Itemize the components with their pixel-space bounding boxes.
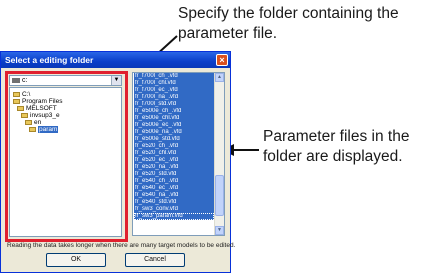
- folder-icon: [13, 98, 20, 104]
- folder-open-icon: [29, 126, 36, 132]
- file-list-item[interactable]: fr_f700l_ch_.vfd: [134, 73, 214, 80]
- chevron-down-icon[interactable]: ▼: [111, 76, 121, 85]
- file-list-item[interactable]: fr_e500e_chl.vfd: [134, 115, 214, 122]
- tree-item-en[interactable]: en: [25, 119, 41, 126]
- drive-select[interactable]: c: ▼: [9, 75, 122, 86]
- file-list-item[interactable]: fr_e520_na_.vfd: [134, 164, 214, 171]
- tree-item-melsoft[interactable]: MELSOFT: [17, 105, 57, 112]
- parameter-file-list[interactable]: fr_f700l_ch_.vfd fr_f700l_chl.vfd fr_f700l…: [132, 72, 225, 236]
- loading-note: Reading the data takes longer when there…: [7, 242, 236, 249]
- files-callout: Parameter files in the folder are displa…: [263, 128, 410, 165]
- dialog-title: Select a editing folder: [5, 55, 94, 65]
- file-list-item[interactable]: fr_e500e_ch_.vfd: [134, 108, 214, 115]
- drive-icon: [12, 77, 20, 83]
- file-list-item[interactable]: fr_e500e_ec_.vfd: [134, 122, 214, 129]
- file-list-item[interactable]: fr_sw3_conv.vfd: [134, 206, 214, 213]
- tree-item-root[interactable]: C:\: [13, 91, 30, 98]
- tree-item-invsup3[interactable]: invsup3_e: [21, 112, 60, 119]
- folder-icon: [25, 119, 32, 125]
- file-list-item[interactable]: fr_sw3_param.vfd: [134, 213, 214, 220]
- folder-icon: [13, 91, 20, 97]
- tree-item-param[interactable]: param: [29, 126, 59, 133]
- file-list-item[interactable]: fr_e500e_std.vfd: [134, 136, 214, 143]
- file-list-item[interactable]: fr_e520_chl.vfd: [134, 150, 214, 157]
- ok-button[interactable]: OK: [46, 253, 106, 267]
- file-list-item[interactable]: fr_e520_ec_.vfd: [134, 157, 214, 164]
- file-list-item[interactable]: fr_e540_ec_.vfd: [134, 185, 214, 192]
- file-list-item[interactable]: fr_f700l_ec_.vfd: [134, 87, 214, 94]
- folder-tree[interactable]: C:\ Program Files MELSOFT invsup3_e en p…: [9, 87, 122, 237]
- dialog-titlebar: Select a editing folder ×: [1, 52, 230, 68]
- folder-icon: [17, 105, 24, 111]
- scroll-down-icon[interactable]: ▼: [215, 226, 224, 235]
- file-list-item[interactable]: fr_e500e_na_.vfd: [134, 129, 214, 136]
- scroll-up-icon[interactable]: ▲: [215, 73, 224, 82]
- file-list-item[interactable]: fr_f700l_na_.vfd: [134, 94, 214, 101]
- folder-icon: [21, 112, 28, 118]
- tree-item-program-files[interactable]: Program Files: [13, 98, 62, 105]
- file-list-item[interactable]: fr_f700l_chl.vfd: [134, 80, 214, 87]
- scroll-thumb[interactable]: [215, 175, 224, 216]
- file-list-scrollbar[interactable]: ▲ ▼: [214, 73, 224, 235]
- close-icon[interactable]: ×: [216, 54, 228, 66]
- file-list-item[interactable]: fr_e540_std.vfd: [134, 199, 214, 206]
- drive-value: c:: [22, 77, 28, 84]
- file-list-item[interactable]: fr_f700l_std.vfd: [134, 101, 214, 108]
- file-list-item[interactable]: fr_e540_na_.vfd: [134, 192, 214, 199]
- file-list-item[interactable]: fr_e540_ch_.vfd: [134, 178, 214, 185]
- cancel-button[interactable]: Cancel: [125, 253, 185, 267]
- file-list-item[interactable]: fr_e520_std.vfd: [134, 171, 214, 178]
- folder-callout: Specify the folder containing the parame…: [178, 5, 399, 42]
- file-list-item[interactable]: fr_e520_ch_.vfd: [134, 143, 214, 150]
- select-folder-dialog: Select a editing folder × c: ▼ C:\ Progr…: [0, 51, 236, 273]
- file-rows: fr_f700l_ch_.vfd fr_f700l_chl.vfd fr_f700l…: [134, 73, 214, 220]
